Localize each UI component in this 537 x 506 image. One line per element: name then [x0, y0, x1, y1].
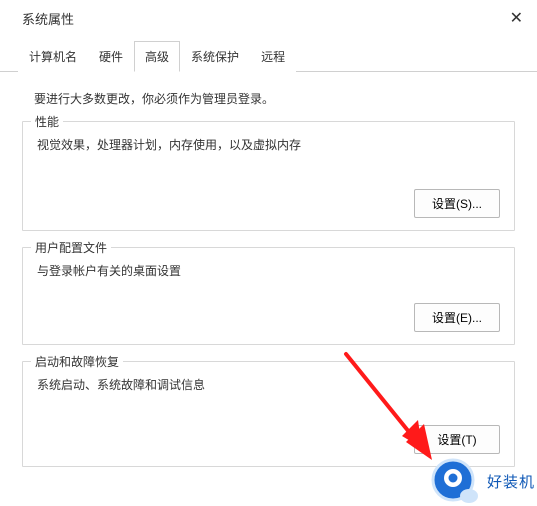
- tab-computer-name[interactable]: 计算机名: [18, 41, 88, 72]
- window-title: 系统属性: [22, 9, 74, 28]
- group-user-profile-desc: 与登录帐户有关的桌面设置: [37, 262, 500, 279]
- performance-settings-button[interactable]: 设置(S)...: [414, 189, 500, 218]
- startup-recovery-settings-button[interactable]: 设置(T): [414, 425, 500, 454]
- group-startup-recovery-desc: 系统启动、系统故障和调试信息: [37, 376, 500, 393]
- user-profile-settings-button[interactable]: 设置(E)...: [414, 303, 500, 332]
- tab-advanced[interactable]: 高级: [134, 41, 180, 72]
- group-performance-title: 性能: [31, 113, 63, 130]
- tab-strip: 计算机名 硬件 高级 系统保护 远程: [0, 40, 537, 72]
- tab-hardware[interactable]: 硬件: [88, 41, 134, 72]
- group-startup-recovery-title: 启动和故障恢复: [31, 353, 123, 370]
- group-performance: 性能 视觉效果，处理器计划，内存使用，以及虚拟内存 设置(S)...: [22, 121, 515, 231]
- admin-note: 要进行大多数更改，你必须作为管理员登录。: [34, 90, 503, 107]
- tab-content: 要进行大多数更改，你必须作为管理员登录。 性能 视觉效果，处理器计划，内存使用，…: [0, 72, 537, 485]
- titlebar: 系统属性 ✕: [0, 0, 537, 36]
- watermark-logo-icon: [429, 458, 483, 504]
- tab-remote[interactable]: 远程: [250, 41, 296, 72]
- group-performance-desc: 视觉效果，处理器计划，内存使用，以及虚拟内存: [37, 136, 500, 153]
- group-user-profile: 用户配置文件 与登录帐户有关的桌面设置 设置(E)...: [22, 247, 515, 345]
- group-user-profile-title: 用户配置文件: [31, 239, 111, 256]
- watermark: 好装机: [429, 458, 535, 504]
- tab-system-protection[interactable]: 系统保护: [180, 41, 250, 72]
- close-icon[interactable]: ✕: [510, 8, 523, 28]
- watermark-text: 好装机: [487, 471, 535, 492]
- group-startup-recovery: 启动和故障恢复 系统启动、系统故障和调试信息 设置(T): [22, 361, 515, 467]
